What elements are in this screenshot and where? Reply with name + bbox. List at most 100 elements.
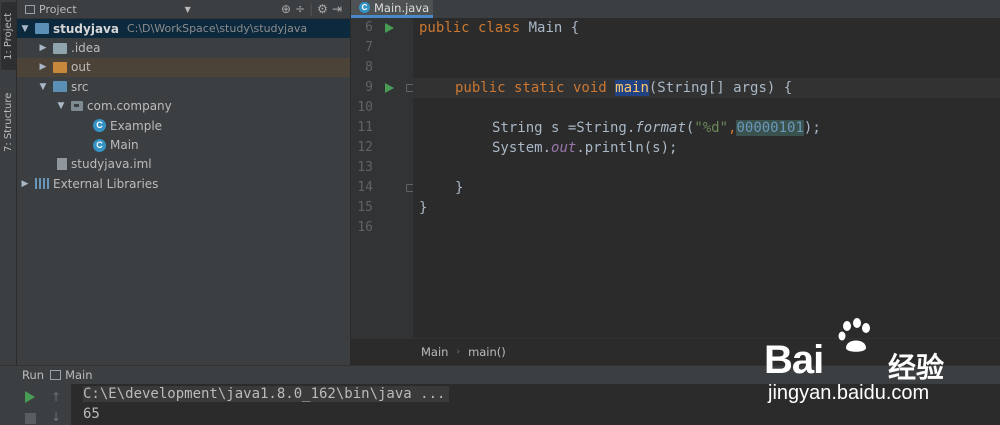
chevron-right-icon[interactable]: ▶ [19, 179, 31, 189]
breadcrumb-method[interactable]: main() [468, 345, 506, 359]
run-window-header: Run Main [0, 365, 1000, 384]
chevron-down-icon[interactable]: ▼ [37, 82, 49, 92]
tree-item-label: studyjava [53, 21, 119, 36]
chevron-down-icon[interactable]: ▼ [19, 24, 31, 34]
code-line-14: } [413, 178, 1000, 198]
code-token: String s =String. [492, 120, 636, 136]
editor-breadcrumb: Main › main() [351, 338, 1000, 365]
module-folder-icon [35, 23, 49, 35]
tree-item-out[interactable]: ▶ out [17, 57, 350, 78]
tree-item-example[interactable]: C Example [17, 116, 350, 135]
run-toolbar: ↑ ↓ [17, 384, 71, 425]
code-line-9: public static void main(String[] args) { [413, 78, 1000, 98]
project-panel: Project ▼ ⊕ ÷ | ⚙ ⇥ ▼ studyjava C:\D\Wor… [17, 0, 351, 365]
module-file-icon [57, 158, 67, 171]
tree-item-external-libraries[interactable]: ▶ External Libraries [17, 174, 350, 193]
editor-gutter: 6 7 8 9 10 11 12 13 14 15 16 [351, 18, 414, 338]
rerun-icon[interactable] [25, 391, 35, 403]
line-number: 6 [365, 20, 373, 35]
chevron-right-icon[interactable]: ▶ [37, 62, 49, 72]
project-panel-tools: ⊕ ÷ | ⚙ ⇥ [281, 2, 342, 16]
chevron-right-icon: › [456, 347, 461, 357]
code-token: public class [419, 20, 521, 36]
locate-icon[interactable]: ⊕ [281, 2, 291, 16]
run-left-strip [0, 384, 17, 425]
run-method-icon[interactable] [385, 83, 394, 93]
line-number: 12 [357, 140, 373, 155]
code-token: public static void [455, 80, 607, 96]
chevron-right-icon[interactable]: ▶ [37, 43, 49, 53]
code-token: out [551, 140, 577, 156]
tree-item-label: out [71, 60, 91, 75]
console-result-line: 65 [83, 406, 100, 422]
tree-item-iml[interactable]: studyjava.iml [17, 155, 350, 174]
tree-item-label: .idea [71, 41, 101, 56]
run-config-name[interactable]: Main [65, 368, 92, 382]
chevron-down-icon[interactable]: ▼ [55, 101, 67, 111]
code-line-15: } [413, 198, 1000, 218]
code-line-12: System.out.println(s); [413, 138, 1000, 158]
code-token: format [635, 120, 686, 136]
code-line-11: String s =String.format("%d",00000101); [413, 118, 1000, 138]
tree-item-idea[interactable]: ▶ .idea [17, 38, 350, 57]
tree-item-label: External Libraries [53, 176, 159, 191]
code-token: ); [803, 120, 821, 136]
tree-item-studyjava[interactable]: ▼ studyjava C:\D\WorkSpace\study\studyja… [17, 19, 350, 39]
code-token-main: main [615, 80, 649, 96]
line-number: 9 [365, 80, 373, 95]
code-token: } [419, 200, 428, 216]
project-tool-tab[interactable]: 1: Project [1, 2, 16, 70]
line-number: 15 [357, 200, 373, 215]
package-icon [71, 101, 83, 112]
code-editor[interactable]: public class Main { public static void m… [413, 18, 1000, 338]
line-number: 13 [357, 160, 373, 175]
stop-icon[interactable] [25, 413, 36, 424]
arrow-up-icon[interactable]: ↑ [51, 390, 61, 404]
class-icon: C [359, 2, 370, 13]
source-folder-icon [53, 81, 67, 93]
tab-label: Main.java [374, 0, 430, 15]
hide-icon[interactable]: ⇥ [332, 2, 342, 16]
breadcrumb-class[interactable]: Main [421, 345, 448, 359]
structure-tool-tab[interactable]: 7: Structure [1, 86, 16, 158]
code-token: } [455, 180, 464, 196]
tab-main-java[interactable]: C Main.java [351, 0, 433, 18]
excluded-folder-icon [53, 61, 67, 73]
code-token: .println(s); [576, 140, 678, 156]
tree-item-label: com.company [87, 99, 172, 114]
tree-item-label: studyjava.iml [71, 157, 152, 172]
code-token: Main { [520, 20, 580, 36]
editor-tab-bar: C Main.java [351, 0, 1000, 18]
tree-item-src[interactable]: ▼ src [17, 77, 350, 96]
tree-item-path: C:\D\WorkSpace\study\studyjava [126, 22, 308, 36]
tree-item-main[interactable]: C Main [17, 135, 350, 154]
gear-icon[interactable]: ⚙ [317, 2, 328, 16]
chevron-down-icon[interactable]: ▼ [185, 5, 191, 14]
tree-item-label: Main [110, 138, 139, 153]
collapse-icon[interactable]: ÷ [295, 2, 305, 16]
run-window-label[interactable]: Run [22, 368, 44, 382]
project-panel-header: Project ▼ ⊕ ÷ | ⚙ ⇥ [17, 0, 350, 19]
code-token: System. [492, 140, 552, 156]
tree-item-com-company[interactable]: ▼ com.company [17, 97, 350, 116]
class-icon: C [93, 138, 106, 152]
line-number: 7 [365, 40, 373, 55]
arrow-down-icon[interactable]: ↓ [51, 410, 61, 424]
code-line-6: public class Main { [413, 18, 1000, 38]
tree-item-label: Example [110, 118, 163, 133]
line-number: 10 [357, 100, 373, 115]
line-number: 14 [357, 180, 373, 195]
line-number: 11 [357, 120, 373, 135]
left-tool-strip: 1: Project 7: Structure [0, 0, 17, 365]
project-view-icon [25, 4, 35, 14]
run-config-icon [50, 370, 62, 380]
console-output[interactable]: C:\E\development\java1.8.0_162\bin\java … [71, 384, 1000, 425]
run-class-icon[interactable] [385, 23, 394, 33]
line-number: 8 [365, 60, 373, 75]
tree-item-label: src [71, 79, 89, 94]
code-token: "%d" [694, 120, 729, 136]
console-command-line: C:\E\development\java1.8.0_162\bin\java … [83, 386, 450, 402]
project-view-selector[interactable]: Project [39, 3, 77, 16]
library-icon [35, 178, 49, 190]
class-icon: C [93, 119, 106, 133]
